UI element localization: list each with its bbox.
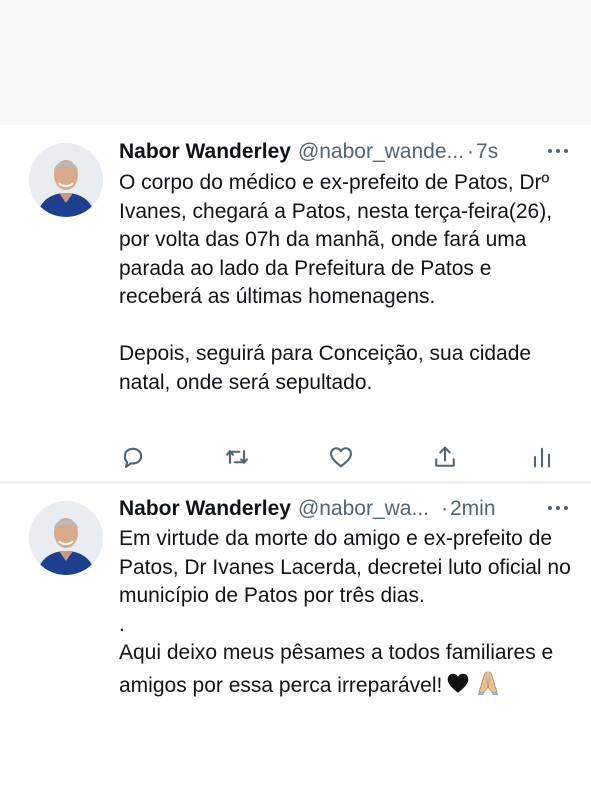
dot-line: .	[119, 612, 125, 636]
analytics-icon[interactable]	[528, 443, 556, 471]
tweet-actions	[0, 443, 591, 473]
avatar[interactable]	[29, 143, 103, 217]
tweet-header: Nabor Wanderley @nabor_wande... · 7s	[119, 137, 577, 167]
separator-dot: ·	[467, 140, 475, 163]
share-icon[interactable]	[431, 443, 459, 471]
author-name[interactable]: Nabor Wanderley	[119, 497, 291, 521]
like-icon[interactable]	[327, 443, 355, 471]
separator-dot: ·	[441, 497, 448, 520]
timestamp[interactable]: 2min	[450, 497, 496, 521]
tweet-card[interactable]: Nabor Wanderley @nabor_wa... · 2min Em v…	[0, 484, 591, 805]
tweet-paragraph: Aqui deixo meus pêsames a todos familiar…	[119, 639, 574, 704]
tweet-text: O corpo do médico e ex-prefeito de Patos…	[119, 169, 574, 397]
author-handle[interactable]: @nabor_wa...	[298, 497, 429, 521]
author-handle[interactable]: @nabor_wande...	[298, 140, 464, 164]
avatar[interactable]	[29, 501, 103, 575]
tweet-paragraph: Depois, seguirá para Conceição, sua cida…	[119, 342, 532, 394]
timestamp[interactable]: 7s	[476, 140, 498, 164]
top-blank-area	[0, 0, 591, 125]
tweet-paragraph: Em virtude da morte do amigo e ex-prefei…	[119, 527, 571, 607]
reply-icon[interactable]	[119, 443, 147, 471]
author-name[interactable]: Nabor Wanderley	[119, 140, 291, 164]
retweet-icon[interactable]	[223, 443, 251, 471]
tweet-card[interactable]: Nabor Wanderley @nabor_wande... · 7s O c…	[0, 125, 591, 481]
tweet-header: Nabor Wanderley @nabor_wa... · 2min	[119, 494, 577, 524]
tweet-paragraph: O corpo do médico e ex-prefeito de Patos…	[119, 171, 553, 308]
more-icon[interactable]	[545, 498, 571, 518]
tweet-text: Em virtude da morte do amigo e ex-prefei…	[119, 525, 574, 704]
black-heart-icon	[445, 670, 471, 705]
more-icon[interactable]	[545, 141, 571, 161]
folded-hands-icon	[474, 668, 502, 705]
